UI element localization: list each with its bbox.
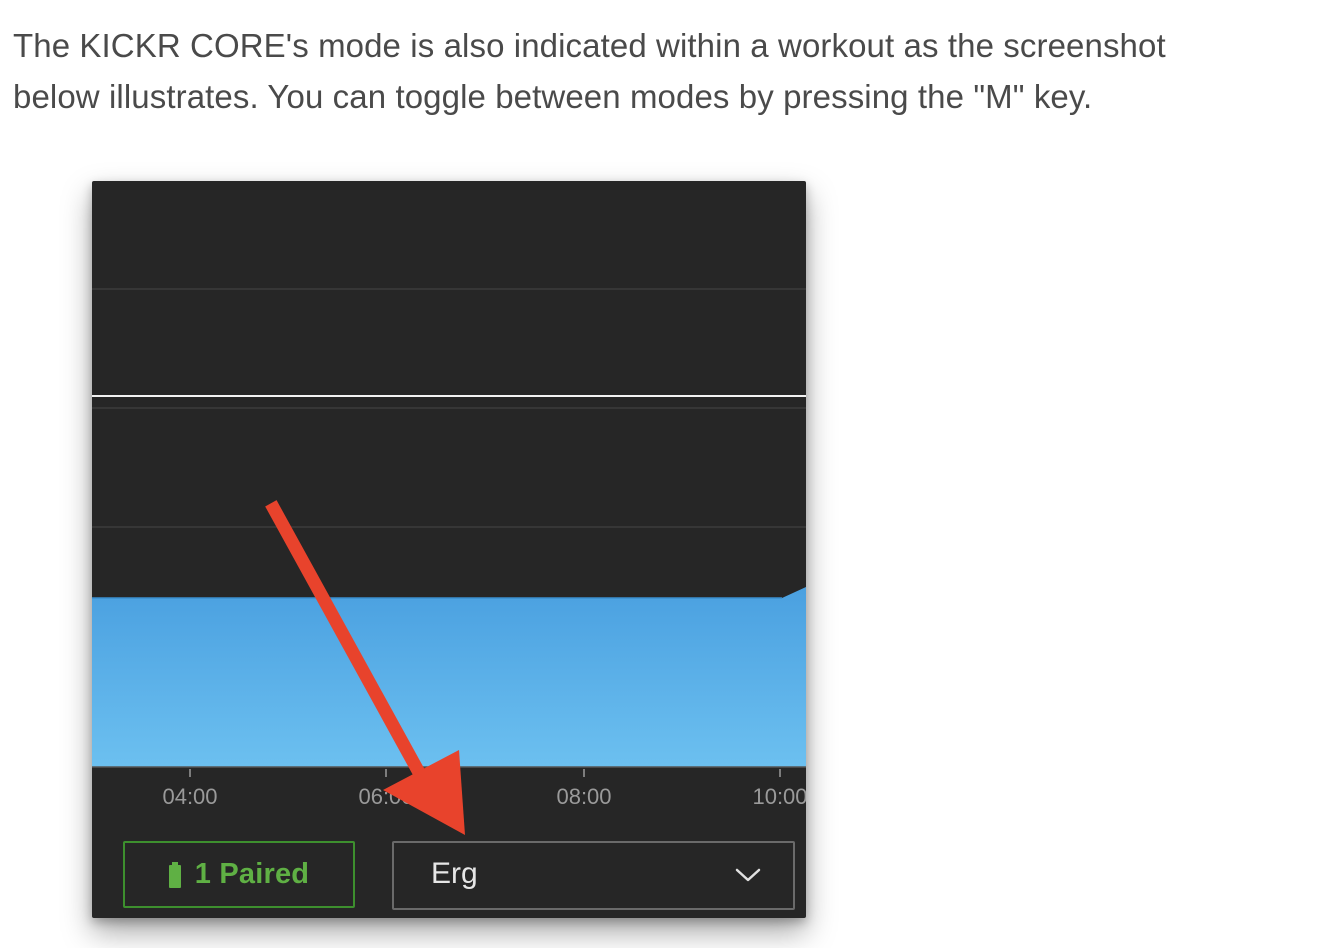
trainer-mode-dropdown[interactable]: Erg bbox=[392, 841, 795, 910]
workout-chart: 04:00 06:00 08:00 10:00 bbox=[92, 288, 806, 809]
trainer-mode-value: Erg bbox=[431, 857, 478, 890]
x-tick-label: 08:00 bbox=[556, 784, 611, 809]
workout-screenshot: 04:00 06:00 08:00 10:00 1 Paired Erg bbox=[92, 181, 806, 918]
x-tick-label: 10:00 bbox=[752, 784, 806, 809]
x-tick-label: 06:00 bbox=[358, 784, 413, 809]
article-line-1: The KICKR CORE's mode is also indicated … bbox=[13, 27, 1166, 64]
x-tick-label: 04:00 bbox=[162, 784, 217, 809]
paired-devices-button[interactable]: 1 Paired bbox=[123, 841, 355, 908]
battery-icon bbox=[168, 861, 181, 888]
chevron-down-icon bbox=[735, 868, 761, 882]
article-text: The KICKR CORE's mode is also indicated … bbox=[13, 20, 1313, 122]
power-target-area bbox=[92, 587, 806, 767]
paired-label: 1 Paired bbox=[194, 858, 310, 890]
article-line-2: below illustrates. You can toggle betwee… bbox=[13, 78, 1093, 115]
